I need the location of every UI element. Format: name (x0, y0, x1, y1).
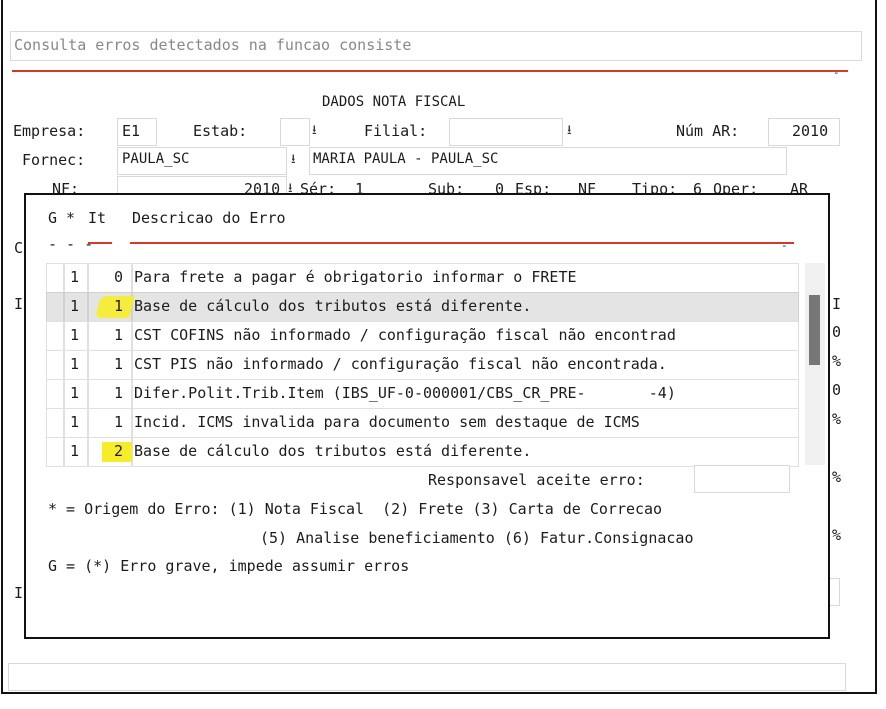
row-it-cell (88, 263, 132, 293)
row-it: 1 (114, 297, 124, 315)
estab-label: Estab: (193, 122, 248, 140)
search-label: Consulta erros detectados na funcao cons… (14, 36, 412, 54)
row-g-cell (46, 350, 64, 380)
row-it: 1 (114, 326, 124, 344)
row-desc: Incid. ICMS invalida para documento sem … (134, 413, 640, 431)
num-ar-value: 2010 (792, 122, 829, 140)
fornec-value: PAULA_SC (122, 151, 190, 167)
row-g-cell (46, 321, 64, 351)
row-it: 1 (114, 413, 124, 431)
legend-grave: G = (*) Erro grave, impede assumir erros (48, 557, 410, 575)
responsavel-input[interactable] (694, 465, 790, 493)
row-g-cell (46, 408, 64, 438)
header-g: G (48, 209, 58, 227)
right-fragment-pct4: % (832, 526, 842, 544)
row-desc: Difer.Polit.Trib.Item (IBS_UF-0-000001/C… (134, 384, 676, 402)
row-g-cell (46, 379, 64, 409)
row-desc: CST COFINS não informado / configuração … (134, 326, 676, 344)
error-row-selected[interactable]: 1 1 Base de cálculo dos tributos está di… (46, 292, 799, 322)
row-it-cell (88, 379, 132, 409)
fornec-name: MARIA PAULA - PAULA_SC (313, 151, 499, 167)
responsavel-label: Responsavel aceite erro: (428, 471, 645, 489)
scroll-marker: - (833, 66, 840, 79)
row-it: 1 (114, 355, 124, 373)
estab-dropdown-icon[interactable]: ⭳ (312, 121, 317, 143)
left-fragment-c: C (14, 239, 24, 257)
error-dialog: G * It Descricao do Erro - - - - 1 0 Par… (24, 193, 830, 639)
header-it-underline (88, 242, 112, 244)
row-it: 1 (114, 384, 124, 402)
right-fragment-pct1: % (832, 352, 842, 370)
row-g-cell (46, 292, 64, 322)
row-star: 1 (70, 326, 80, 344)
row-desc: Base de cálculo dos tributos está difere… (134, 442, 532, 460)
header-desc: Descricao do Erro (132, 209, 286, 227)
filial-label: Filial: (364, 122, 428, 140)
right-fragment-0a: 0 (832, 323, 842, 341)
search-underline (12, 70, 848, 72)
empresa-value: E1 (122, 122, 141, 140)
legend-origem: * = Origem do Erro: (1) Nota Fiscal (2) … (48, 500, 663, 518)
error-row[interactable]: 1 0 Para frete a pagar é obrigatorio inf… (46, 263, 799, 293)
row-desc: Base de cálculo dos tributos está difere… (134, 297, 532, 315)
estab-field[interactable] (280, 118, 310, 146)
legend-origem-cont: (5) Analise beneficiamento (6) Fatur.Con… (260, 529, 694, 547)
error-row[interactable]: 1 1 Incid. ICMS invalida para documento … (46, 408, 799, 438)
header-dashes: - - - (48, 235, 94, 253)
section-title: DADOS NOTA FISCAL (322, 94, 466, 110)
row-g-cell (46, 263, 64, 293)
row-star: 1 (70, 355, 80, 373)
error-row[interactable]: 1 1 Difer.Polit.Trib.Item (IBS_UF-0-0000… (46, 379, 799, 409)
row-it-cell (88, 321, 132, 351)
row-star: 1 (70, 442, 80, 460)
row-desc: CST PIS não informado / configuração fis… (134, 355, 667, 373)
row-desc: Para frete a pagar é obrigatorio informa… (134, 268, 577, 286)
left-fragment-i2: I (14, 584, 24, 602)
empresa-label: Empresa: (13, 122, 86, 140)
row-star: 1 (70, 268, 80, 286)
error-row[interactable]: 1 1 CST COFINS não informado / configura… (46, 321, 799, 351)
filial-dropdown-icon[interactable]: ⭳ (567, 121, 572, 143)
header-end-marker: - (781, 239, 788, 252)
right-fragment-0b: 0 (832, 381, 842, 399)
row-star: 1 (70, 413, 80, 431)
header-it: It (88, 209, 107, 227)
row-star: 1 (70, 384, 80, 402)
fornec-dropdown-icon[interactable]: ⭳ (291, 150, 296, 172)
right-fragment-pct3: % (832, 468, 842, 486)
row-it: 2 (114, 442, 124, 460)
status-bar-field (8, 663, 846, 691)
row-it-cell (88, 350, 132, 380)
row-it: 0 (114, 268, 124, 286)
fornec-label: Fornec: (22, 151, 86, 169)
error-row[interactable]: 1 1 CST PIS não informado / configuração… (46, 350, 799, 380)
error-row[interactable]: 1 2 Base de cálculo dos tributos está di… (46, 437, 799, 467)
header-desc-underline (130, 242, 794, 244)
left-fragment-i1: I (14, 295, 24, 313)
row-g-cell (46, 437, 64, 467)
num-ar-label: Núm AR: (676, 122, 740, 140)
row-star: 1 (70, 297, 80, 315)
right-fragment-pct2: % (832, 410, 842, 428)
right-fragment-i: I (832, 295, 842, 313)
header-star: * (66, 209, 76, 227)
row-it-cell (88, 408, 132, 438)
scrollbar-thumb[interactable] (809, 295, 820, 365)
filial-field[interactable] (449, 118, 563, 146)
